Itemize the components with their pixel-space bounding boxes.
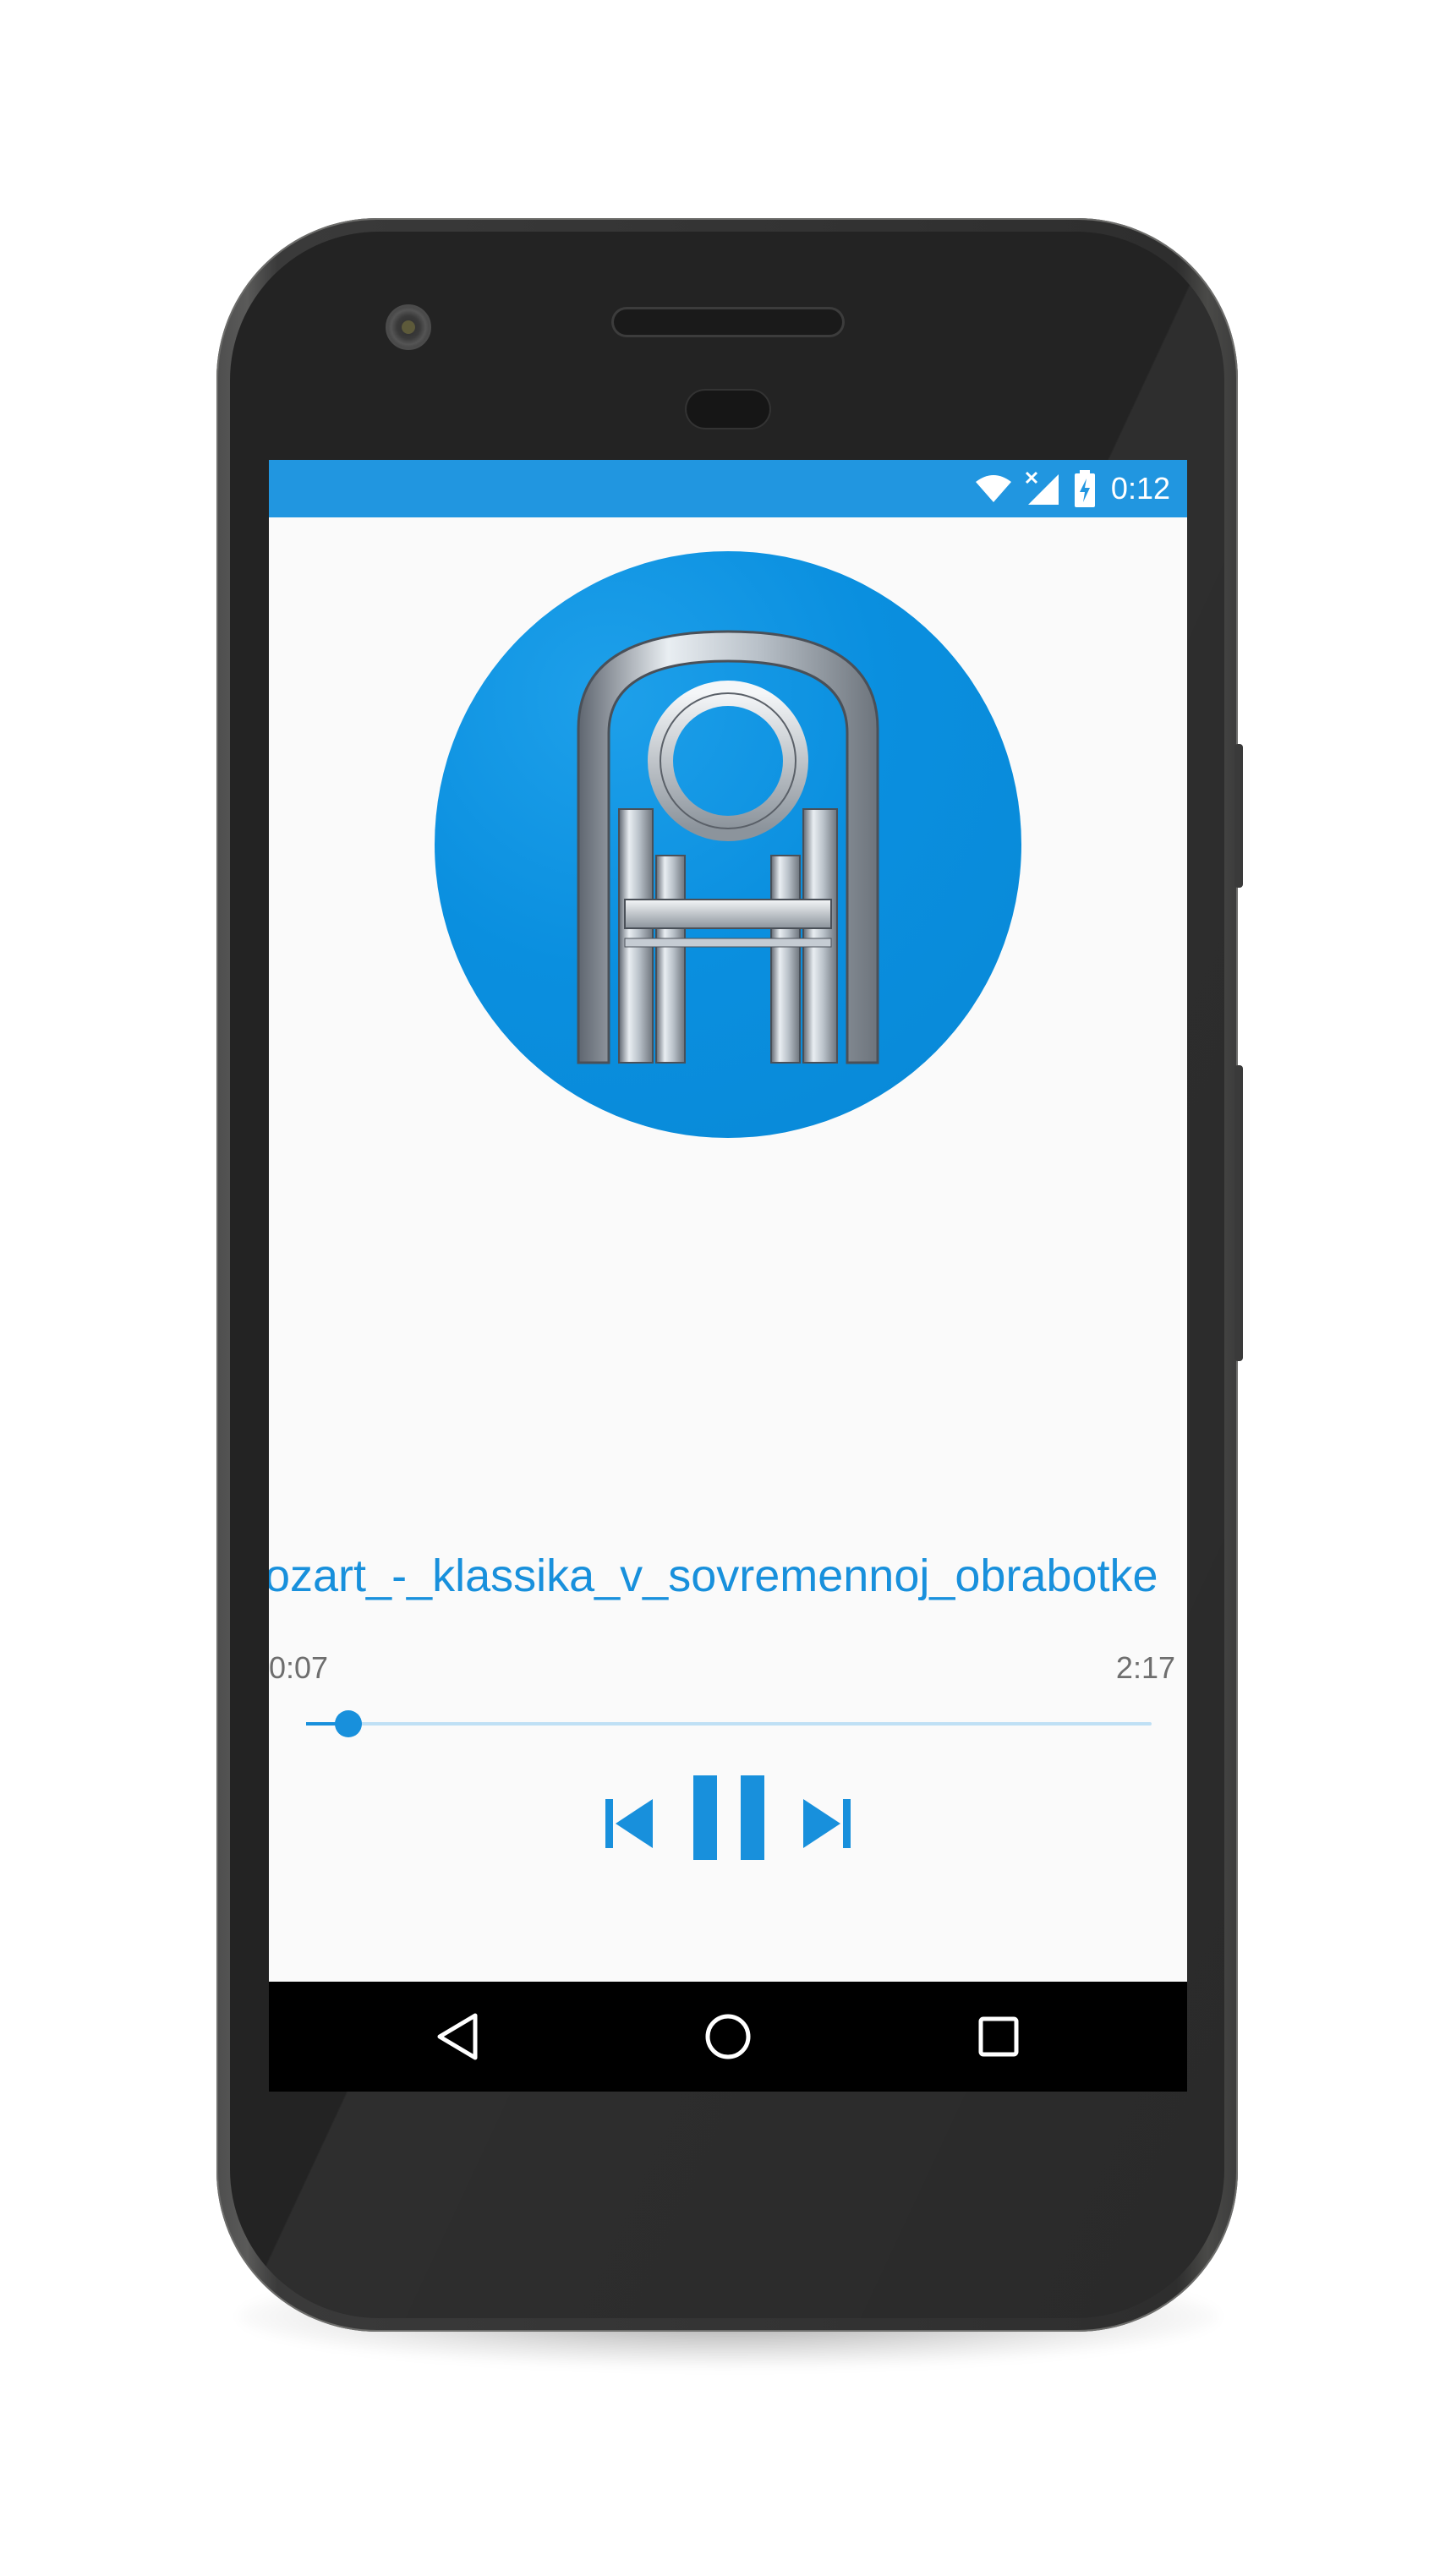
battery-charging-icon: [1074, 470, 1095, 507]
back-triangle-icon[interactable]: [428, 2007, 487, 2066]
front-camera: [386, 304, 431, 350]
power-button: [1234, 744, 1243, 888]
elapsed-time: 0:07: [269, 1650, 329, 1685]
app-screen: 0:12 Mozart_-_klassika_v_sovremennoj_obr…: [269, 460, 1187, 2092]
navigation-bar: [269, 1982, 1187, 2092]
seek-track: [306, 1722, 1152, 1726]
home-circle-icon[interactable]: [698, 2007, 758, 2066]
earpiece-speaker: [614, 309, 842, 335]
device-frame: 0:12 Mozart_-_klassika_v_sovremennoj_obr…: [0, 0, 1456, 2576]
track-title-text: Mozart_-_klassika_v_sovremennoj_obrabotk…: [269, 1551, 1158, 1601]
track-title: Mozart_-_klassika_v_sovremennoj_obrabotk…: [269, 1542, 1187, 1610]
no-signal-icon: [1025, 471, 1059, 505]
total-time: 2:17: [1115, 1650, 1175, 1685]
proximity-sensor: [687, 391, 769, 428]
seek-bar[interactable]: [306, 1703, 1152, 1745]
status-icons: 0:12: [974, 460, 1170, 517]
status-bar: 0:12: [269, 460, 1187, 517]
skip-previous-icon[interactable]: [604, 1797, 654, 1850]
app-logo-arch-icon: [577, 630, 879, 1064]
skip-next-icon[interactable]: [802, 1797, 852, 1850]
wifi-icon: [975, 475, 1011, 502]
recents-square-icon[interactable]: [969, 2007, 1028, 2066]
pause-icon[interactable]: [693, 1775, 764, 1860]
volume-button: [1234, 1065, 1243, 1361]
seek-thumb[interactable]: [335, 1710, 362, 1737]
album-art: [435, 551, 1021, 1138]
playback-controls: [269, 1762, 1187, 1863]
status-time: 0:12: [1110, 471, 1170, 506]
